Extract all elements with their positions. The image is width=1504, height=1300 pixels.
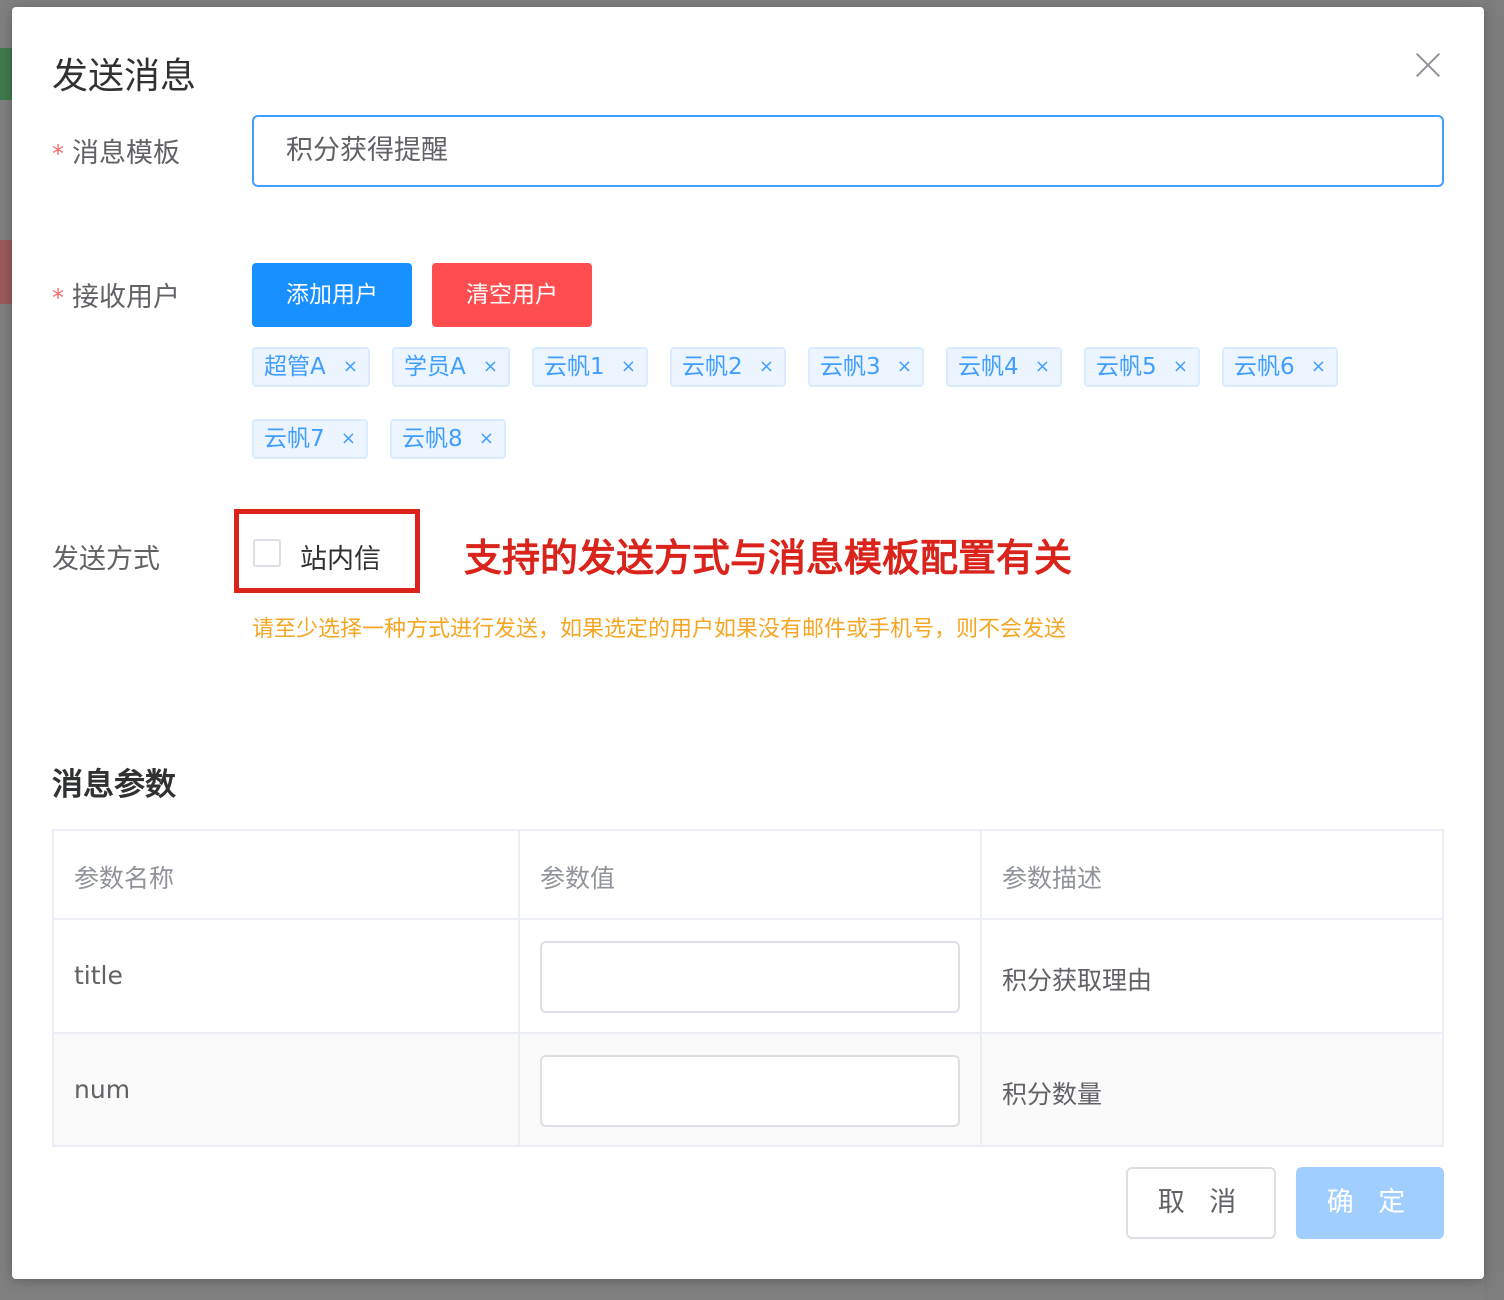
tag-close-icon[interactable]: ×	[759, 349, 774, 385]
confirm-button[interactable]: 确 定	[1296, 1167, 1444, 1239]
param-name-cell: num	[74, 1075, 131, 1104]
receiver-tag: 云帆8 ×	[390, 419, 506, 459]
method-label: 发送方式	[52, 544, 160, 575]
table-divider	[54, 918, 1442, 920]
cancel-button[interactable]: 取 消	[1126, 1167, 1276, 1239]
receivers-label: * 接收用户	[52, 282, 180, 313]
close-icon[interactable]	[1414, 51, 1442, 79]
background-button-fragment	[0, 48, 12, 100]
params-section-title: 消息参数	[52, 767, 176, 803]
required-mark: *	[52, 284, 64, 312]
param-value-input[interactable]	[540, 1055, 960, 1127]
dialog-title: 发送消息	[52, 56, 197, 97]
receiver-tag: 云帆5 ×	[1084, 347, 1200, 387]
tag-close-icon[interactable]: ×	[479, 421, 494, 457]
tag-close-icon[interactable]: ×	[483, 349, 498, 385]
receiver-tag: 云帆7 ×	[252, 419, 368, 459]
template-input[interactable]: 积分获得提醒	[252, 115, 1444, 187]
clear-users-button[interactable]: 清空用户	[432, 263, 592, 327]
tag-close-icon[interactable]: ×	[1311, 349, 1326, 385]
param-desc-cell: 积分数量	[1002, 1080, 1103, 1109]
param-value-input[interactable]	[540, 941, 960, 1013]
header-param-name: 参数名称	[74, 864, 175, 893]
tag-close-icon[interactable]: ×	[897, 349, 912, 385]
template-label: * 消息模板	[52, 138, 180, 169]
table-divider	[54, 1032, 1442, 1034]
add-user-button[interactable]: 添加用户	[252, 263, 412, 327]
tag-close-icon[interactable]: ×	[341, 421, 356, 457]
required-mark: *	[52, 140, 64, 168]
tag-close-icon[interactable]: ×	[621, 349, 636, 385]
receiver-tag: 云帆6 ×	[1222, 347, 1338, 387]
param-desc-cell: 积分获取理由	[1002, 966, 1153, 995]
table-divider	[980, 831, 982, 1145]
inbox-checkbox[interactable]	[253, 539, 281, 567]
param-name-cell: title	[74, 961, 123, 990]
receiver-tag: 超管A ×	[252, 347, 370, 387]
receiver-tag: 云帆4 ×	[946, 347, 1062, 387]
method-hint: 请至少选择一种方式进行发送，如果选定的用户如果没有邮件或手机号，则不会发送	[252, 617, 1067, 642]
receiver-tag: 云帆3 ×	[808, 347, 924, 387]
annotation-text: 支持的发送方式与消息模板配置有关	[464, 536, 1073, 580]
tag-close-icon[interactable]: ×	[1173, 349, 1188, 385]
header-param-desc: 参数描述	[1002, 864, 1103, 893]
receiver-tag: 学员A ×	[392, 347, 510, 387]
tag-close-icon[interactable]: ×	[1035, 349, 1050, 385]
inbox-checkbox-label[interactable]: 站内信	[300, 537, 381, 576]
params-table: 参数名称 参数值 参数描述 title 积分获取理由 num 积分数量	[52, 829, 1444, 1147]
receiver-tag: 云帆2 ×	[670, 347, 786, 387]
background-table-fragment	[1484, 0, 1504, 1300]
header-param-value: 参数值	[540, 864, 616, 893]
background-button-fragment	[0, 240, 12, 304]
tag-close-icon[interactable]: ×	[343, 349, 358, 385]
send-message-dialog: 发送消息 * 消息模板 积分获得提醒 * 接收用户 添加用户 清空用户 超管A × 学…	[12, 7, 1484, 1279]
table-divider	[518, 831, 520, 1145]
receiver-tag: 云帆1 ×	[532, 347, 648, 387]
